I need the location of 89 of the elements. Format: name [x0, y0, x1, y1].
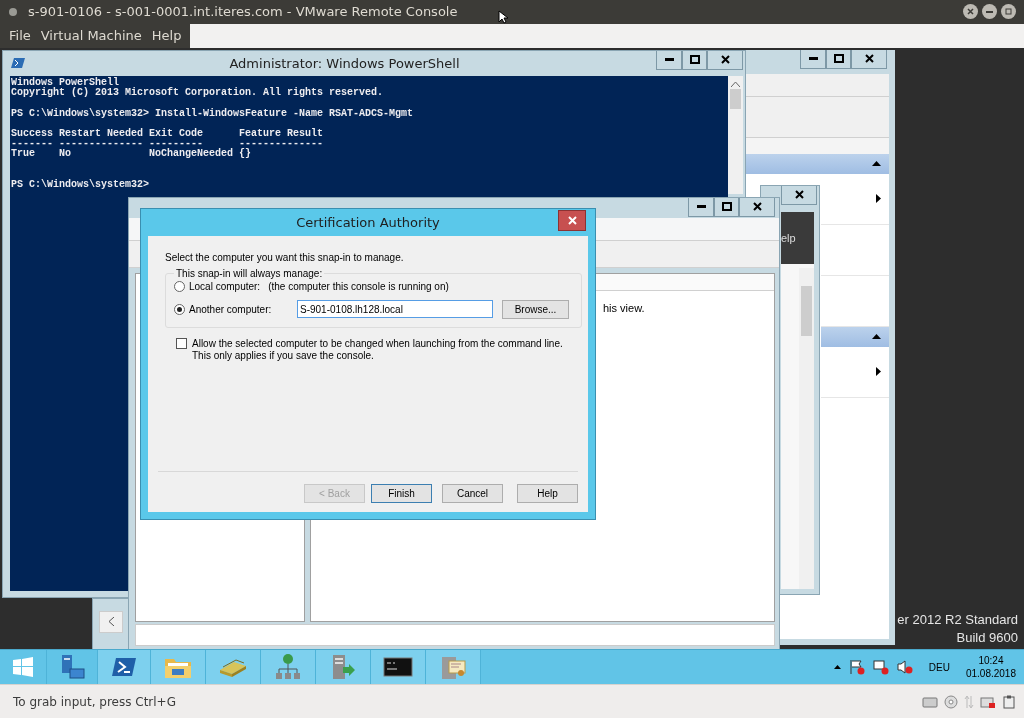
minimize-button[interactable] [688, 197, 714, 217]
printer-icon [980, 694, 996, 709]
minimize-icon [808, 57, 818, 61]
group-label: This snap-in will always manage: [175, 267, 324, 279]
minimize-icon [696, 205, 706, 209]
window-title: Administrator: Windows PowerShell [228, 54, 461, 71]
close-icon [567, 215, 577, 225]
dialog-button[interactable]: Finish [371, 483, 432, 503]
instruction-text: Select the computer you want this snap-in to manage. [165, 251, 405, 263]
console-line: Copyright (C) 2013 Microsoft Corporation. All rights reserved. [11, 88, 385, 99]
close-icon [967, 8, 974, 16]
maximize-button[interactable] [682, 50, 707, 70]
close-icon [794, 190, 804, 200]
scroll-left-icon [108, 617, 114, 627]
close-button[interactable] [707, 50, 743, 70]
browse-button[interactable]: Browse... [502, 299, 569, 319]
console-line: Windows PowerShell [11, 77, 121, 88]
console-icon [383, 657, 413, 678]
maximize-icon [689, 55, 700, 65]
monitor-icon [872, 659, 889, 676]
clock-date: 01.08.2018 [965, 667, 1016, 681]
collapse-icon [872, 161, 881, 167]
header-text: elp [781, 231, 796, 244]
clock-time: 10:24 [978, 654, 1004, 668]
window-icon [8, 7, 18, 17]
status-text: To grab input, press Ctrl+G [13, 694, 176, 709]
dialog-button[interactable]: Help [517, 483, 578, 503]
checkbox-label: Allow the selected computer to be changed when launching from the command line. This only applies if you save the console. [192, 337, 564, 362]
option-hint: (the computer this console is running on) [268, 280, 449, 292]
console-line: PS C:\Windows\system32> [11, 179, 151, 190]
edition-text: er 2012 R2 Standard [897, 612, 1018, 628]
clock[interactable]: 10:24 01.08.2018 [957, 654, 1016, 681]
close-button[interactable] [781, 185, 817, 205]
scroll-up-icon [731, 80, 740, 87]
maximize-icon [721, 202, 732, 212]
show-hidden-icons-icon [833, 665, 841, 670]
pane-text: his view. [603, 301, 645, 314]
minimize-icon [986, 11, 993, 13]
books-icon [218, 656, 248, 679]
menu-item[interactable]: File [4, 28, 36, 44]
close-icon [720, 55, 730, 65]
maximize-icon [1005, 8, 1012, 16]
language-indicator[interactable]: DEU [928, 661, 950, 673]
minimize-button[interactable] [656, 50, 682, 70]
minimize-button[interactable] [982, 4, 997, 20]
close-button[interactable] [739, 197, 775, 217]
close-button[interactable] [558, 209, 586, 231]
expand-icon[interactable] [876, 367, 881, 377]
maximize-button[interactable] [1001, 4, 1016, 20]
build-text: Build 9600 [956, 630, 1018, 646]
cd-icon [944, 694, 958, 709]
close-button[interactable] [963, 4, 978, 20]
maximize-button[interactable] [714, 197, 739, 217]
collapse-icon [872, 334, 881, 340]
network-icon [274, 653, 302, 682]
scroll-thumb[interactable] [730, 88, 741, 109]
powershell-icon [111, 656, 137, 679]
console-line: PS C:\Windows\system32> Install-WindowsFeature -Name RSAT-ADCS-Mgmt [11, 108, 415, 119]
close-button[interactable] [851, 49, 887, 69]
windows-logo-icon [13, 657, 33, 678]
maximize-icon [833, 54, 844, 64]
radio-button[interactable] [174, 303, 185, 315]
dialog-button[interactable]: Cancel [442, 483, 503, 503]
close-icon [864, 54, 874, 64]
scrollbar[interactable] [728, 75, 743, 194]
radio-button[interactable] [174, 280, 185, 292]
computer-name-field[interactable]: S-901-0108.lh128.local [297, 300, 493, 319]
flag-icon [848, 659, 865, 676]
option-label: Local computer: [189, 280, 261, 292]
network-arrows-icon [964, 694, 974, 709]
option-label: Another computer: [189, 303, 273, 315]
scrollbar[interactable] [799, 267, 814, 589]
taskbar-app[interactable] [371, 650, 426, 685]
console-line: True No NoChangeNeeded {} [11, 149, 253, 160]
minimize-icon [664, 58, 674, 62]
expand-icon[interactable] [876, 194, 881, 204]
close-icon [752, 202, 762, 212]
mouse-pointer-icon [498, 10, 508, 24]
menu-item[interactable]: Help [146, 28, 187, 44]
speaker-icon [896, 659, 913, 676]
dialog-title: Certification Authority [295, 214, 441, 230]
console-line: Success Restart Needed Exit Code Feature Result [11, 128, 325, 140]
menu-item[interactable]: Virtual Machine [35, 28, 147, 44]
minimize-button[interactable] [800, 49, 826, 69]
window-title: s-901-0106 - s-001-0001.int.iteres.com - VMware Remote Console [28, 4, 458, 20]
checkbox[interactable] [176, 337, 187, 349]
powershell-icon [11, 56, 25, 69]
maximize-button[interactable] [826, 49, 851, 69]
clipboard-icon [1002, 694, 1016, 709]
